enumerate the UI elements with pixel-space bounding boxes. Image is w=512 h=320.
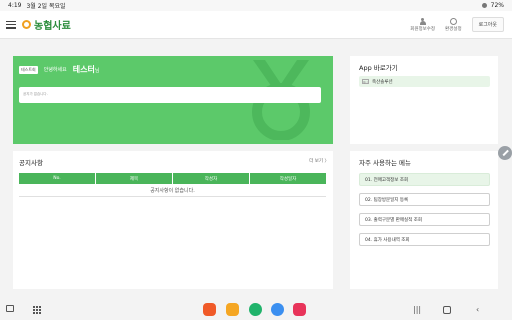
- frequent-menu-panel: 자주 사용하는 메뉴 01. 전매고객정보 조회 02. 팀장방문일지 등록 0…: [350, 151, 498, 289]
- user-tag-badge: 테스트회: [19, 65, 38, 74]
- battery-level: 72%: [490, 2, 504, 9]
- system-nav-bar: ||| ‹: [0, 300, 512, 320]
- welcome-row: 테스트회 안녕하세요 테스터님: [19, 64, 99, 75]
- dock-chat-icon[interactable]: [271, 303, 284, 316]
- column-author: 작성자: [173, 173, 250, 184]
- recent-apps-icon[interactable]: |||: [413, 305, 421, 314]
- app-shortcut-panel: App 바로가기 배너 축산솔루션: [350, 56, 498, 144]
- livestock-solution-label: 축산솔루션: [372, 79, 393, 85]
- status-date: 3월 2일 목요일: [26, 3, 66, 10]
- livestock-solution-link[interactable]: 배너 축산솔루션: [359, 76, 490, 87]
- status-time: 4:19: [8, 2, 22, 9]
- username: 테스터님: [73, 64, 100, 75]
- header-actions: 회원정보수정 환경설정 로그아웃: [410, 17, 506, 32]
- app-drawer-icon[interactable]: [33, 306, 41, 314]
- welcome-card: 테스트회 안녕하세요 테스터님 공지가 없습니다.: [13, 56, 333, 144]
- greeting-text: 안녕하세요: [43, 67, 67, 73]
- app-shortcut-title: App 바로가기: [359, 64, 398, 72]
- home-icon[interactable]: [443, 306, 451, 314]
- notice-panel: 공지사항 더 보기 〉 No. 제목 작성자 작성일자 공지사항이 없습니다.: [13, 151, 333, 289]
- column-no: No.: [19, 173, 96, 184]
- app-header: 농협사료 회원정보수정 환경설정 로그아웃: [0, 11, 512, 39]
- frequent-menu-title: 자주 사용하는 메뉴: [359, 159, 411, 167]
- menu-item-vacation[interactable]: 04. 휴가 사용내역 조회: [359, 233, 490, 246]
- person-icon: [419, 17, 426, 25]
- logo-text: 농협사료: [34, 21, 71, 32]
- notice-message-box: 공지가 없습니다.: [19, 87, 321, 103]
- notice-more-link[interactable]: 더 보기 〉: [309, 158, 329, 164]
- broken-image-icon: 배너: [362, 79, 369, 84]
- status-bar: 4:19 3월 2일 목요일 72%: [0, 0, 512, 11]
- username-suffix: 님: [94, 68, 100, 74]
- menu-item-visit-log[interactable]: 02. 팀장방문일지 등록: [359, 193, 490, 206]
- gear-icon: [449, 17, 457, 25]
- menu-item-sales-report[interactable]: 03. 출력구분별 판매실적 조회: [359, 213, 490, 226]
- status-right: 72%: [481, 2, 504, 9]
- notice-empty-row: 공지사항이 없습니다.: [19, 184, 326, 197]
- screenshot-icon[interactable]: [6, 305, 14, 312]
- menu-item-customer-info[interactable]: 01. 전매고객정보 조회: [359, 173, 490, 186]
- notice-table-header: No. 제목 작성자 작성일자: [19, 173, 326, 184]
- menu-icon[interactable]: [6, 20, 16, 29]
- column-date: 작성일자: [279, 176, 297, 182]
- wifi-icon: [481, 3, 487, 8]
- app-logo[interactable]: 농협사료: [22, 17, 71, 32]
- back-icon[interactable]: ‹: [476, 305, 479, 314]
- notice-table: No. 제목 작성자 작성일자 공지사항이 없습니다.: [19, 173, 326, 197]
- logout-button[interactable]: 로그아웃: [471, 17, 504, 32]
- dock-folder-icon[interactable]: [226, 303, 239, 316]
- member-edit-button[interactable]: 회원정보수정: [410, 17, 436, 32]
- notice-title: 공지사항: [19, 159, 43, 167]
- username-text: 테스터: [72, 65, 95, 74]
- dock-camera-icon[interactable]: [293, 303, 306, 316]
- edit-fab-icon[interactable]: [498, 146, 512, 160]
- settings-button[interactable]: 환경설정: [445, 17, 462, 32]
- settings-label: 환경설정: [445, 26, 462, 32]
- member-edit-label: 회원정보수정: [410, 26, 436, 32]
- dock-app-icon-1[interactable]: [203, 303, 216, 316]
- column-title: 제목: [96, 173, 173, 184]
- logo-mark-icon: [22, 20, 31, 29]
- dock-phone-icon[interactable]: [249, 303, 262, 316]
